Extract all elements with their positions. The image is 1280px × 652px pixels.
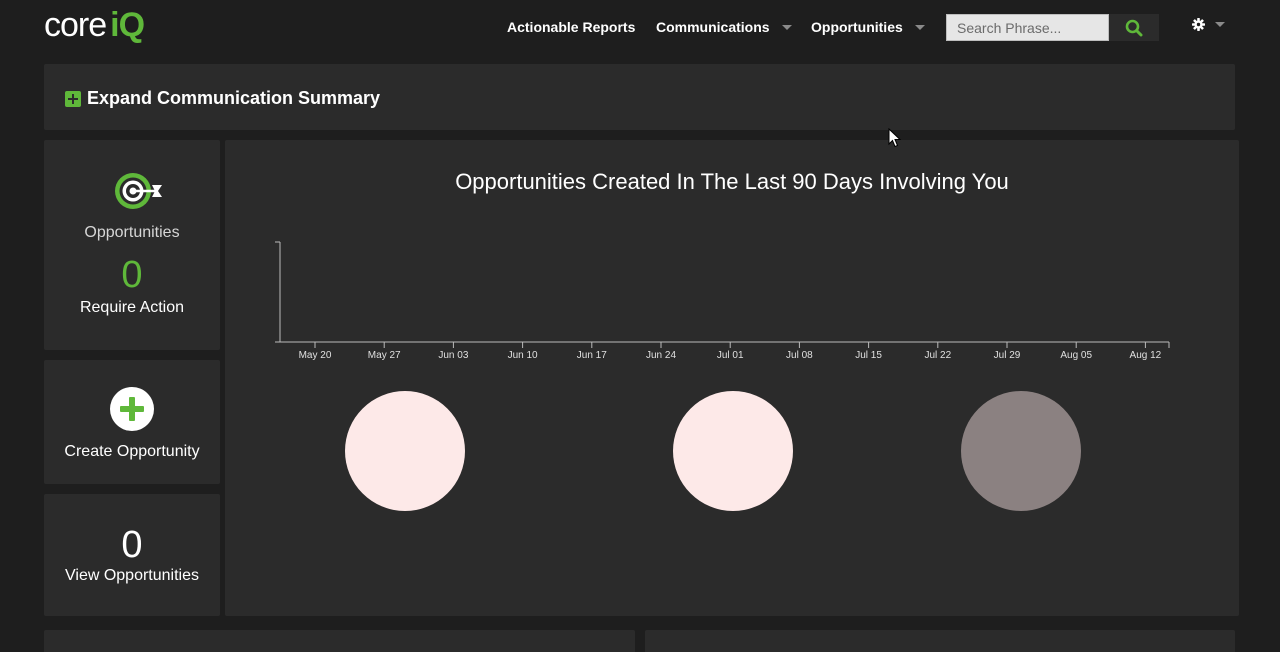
x-tick-label: Jul 22 (924, 350, 951, 361)
x-tick-label: Jun 03 (438, 350, 468, 361)
indicator-circle[interactable] (673, 391, 793, 511)
x-tick-label: Jul 01 (717, 350, 744, 361)
coreiq-logo[interactable]: core iQ (44, 6, 145, 46)
indicator-circle[interactable] (345, 391, 465, 511)
communication-summary-panel: Expand Communication Summary (44, 64, 1235, 130)
search-button[interactable] (1109, 14, 1159, 41)
opportunities-chart: May 20 May 27 Jun 03 Jun 10 Jun 17 Jun 24 Jul … (275, 241, 1170, 511)
search-input[interactable] (946, 14, 1109, 41)
x-tick-label: May 20 (299, 350, 332, 361)
logo-core-text: core (44, 6, 107, 44)
x-tick-label: Aug 12 (1130, 350, 1162, 361)
search-icon (1125, 19, 1143, 36)
nav-actionable-reports[interactable]: Actionable Reports (507, 19, 635, 35)
plus-square-icon (65, 90, 81, 107)
x-tick-label: Jul 29 (994, 350, 1021, 361)
x-tick-label: Aug 05 (1060, 350, 1092, 361)
x-tick-label: May 27 (368, 350, 401, 361)
bottom-left-panel (44, 630, 635, 652)
summary-title: Expand Communication Summary (87, 88, 381, 108)
x-tick-label: Jul 15 (855, 350, 882, 361)
nav-communications-dropdown[interactable]: Communications (656, 19, 792, 35)
opportunities-chart-panel: Opportunities Created In The Last 90 Day… (225, 140, 1239, 616)
nav-opportunities-label: Opportunities (811, 19, 903, 35)
x-tick-label: Jun 17 (577, 350, 607, 361)
x-tick-label: Jun 24 (646, 350, 676, 361)
logo-iq-text: iQ (110, 6, 145, 44)
opportunities-card[interactable]: Opportunities 0 Require Action (44, 140, 220, 350)
chevron-down-icon (1215, 22, 1225, 27)
chevron-down-icon (914, 24, 925, 30)
top-navbar: core iQ Actionable Reports Communication… (0, 0, 1280, 56)
require-action-label: Require Action (79, 299, 185, 316)
create-opportunity-button[interactable]: Create Opportunity (44, 360, 220, 484)
view-opportunities-card[interactable]: 0 View Opportunities (44, 494, 220, 616)
x-tick-label: Jun 10 (508, 350, 538, 361)
opportunities-count: 0 (121, 254, 143, 296)
expand-communication-summary-toggle[interactable]: Expand Communication Summary (65, 88, 380, 109)
nav-opportunities-dropdown[interactable]: Opportunities (811, 19, 925, 35)
target-icon (115, 173, 162, 209)
create-opportunity-label: Create Opportunity (64, 443, 200, 460)
x-tick-label: Jul 08 (786, 350, 813, 361)
nav-communications-label: Communications (656, 19, 770, 35)
mouse-cursor-icon (888, 128, 902, 148)
chevron-down-icon (781, 24, 792, 30)
view-opportunities-count: 0 (121, 524, 143, 566)
plus-circle-icon (110, 387, 154, 431)
opportunities-label: Opportunities (84, 224, 180, 241)
indicator-circle[interactable] (961, 391, 1081, 511)
bottom-right-panel (645, 630, 1235, 652)
settings-dropdown[interactable] (1192, 18, 1225, 31)
view-opportunities-label: View Opportunities (65, 567, 199, 584)
nav-actionable-reports-label: Actionable Reports (507, 19, 636, 35)
gear-icon (1192, 18, 1205, 31)
